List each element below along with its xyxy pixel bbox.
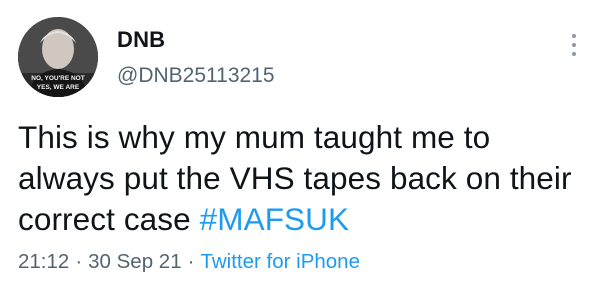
more-dot — [572, 43, 576, 47]
avatar-caption-line2: YES, WE ARE — [37, 84, 80, 91]
tweet-text: This is why my mum taught me to always p… — [18, 117, 583, 240]
more-dot — [572, 34, 576, 38]
meta-separator: · — [75, 250, 83, 273]
display-name[interactable]: DNB — [117, 27, 165, 53]
hashtag-link[interactable]: #MAFSUK — [200, 201, 349, 237]
user-handle[interactable]: @DNB25113215 — [117, 64, 275, 88]
meta-separator: · — [187, 250, 195, 273]
tweet-source-link[interactable]: Twitter for iPhone — [200, 250, 360, 273]
avatar-image: NO, YOU'RE NOT YES, WE ARE — [18, 17, 98, 97]
tweet-time[interactable]: 21:12 — [18, 250, 69, 273]
more-dot — [572, 52, 576, 56]
avatar[interactable]: NO, YOU'RE NOT YES, WE ARE — [18, 17, 98, 97]
tweet: NO, YOU'RE NOT YES, WE ARE DNB @DNB25113… — [0, 0, 600, 297]
more-vertical-icon[interactable] — [566, 34, 582, 56]
tweet-meta: 21:12 · 30 Sep 21 · Twitter for iPhone — [18, 250, 360, 274]
tweet-date[interactable]: 30 Sep 21 — [88, 250, 181, 273]
avatar-caption-line1: NO, YOU'RE NOT — [31, 75, 84, 82]
